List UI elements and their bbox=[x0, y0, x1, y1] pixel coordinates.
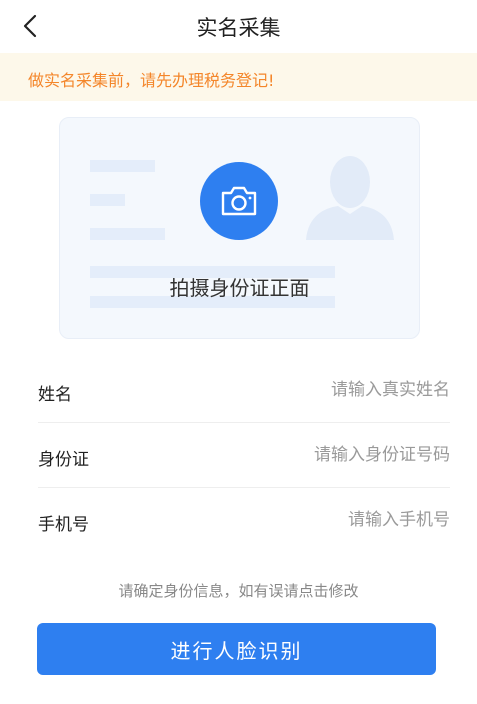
info-form: 姓名 身份证 手机号 bbox=[38, 358, 450, 552]
name-input[interactable] bbox=[210, 372, 450, 408]
camera-icon bbox=[221, 186, 257, 216]
card-placeholder-line bbox=[90, 160, 155, 172]
name-label: 姓名 bbox=[38, 385, 72, 405]
id-card-capture-area[interactable]: 拍摄身份证正面 bbox=[59, 117, 420, 339]
notice-text: 做实名采集前，请先办理税务登记! bbox=[28, 71, 275, 90]
id-number-label: 身份证 bbox=[38, 450, 89, 470]
camera-button[interactable] bbox=[200, 162, 278, 240]
phone-label: 手机号 bbox=[38, 515, 89, 535]
portrait-silhouette-icon bbox=[306, 156, 394, 240]
form-row-phone: 手机号 bbox=[38, 488, 450, 552]
card-placeholder-line bbox=[90, 228, 165, 240]
phone-input[interactable] bbox=[210, 502, 450, 538]
id-number-input[interactable] bbox=[210, 437, 450, 473]
nav-bar: 实名采集 bbox=[0, 0, 477, 52]
face-recognition-button[interactable]: 进行人脸识别 bbox=[37, 623, 436, 675]
notice-banner: 做实名采集前，请先办理税务登记! bbox=[0, 53, 477, 101]
form-row-id: 身份证 bbox=[38, 423, 450, 488]
card-placeholder-line bbox=[90, 194, 125, 206]
hint-text: 请确定身份信息，如有误请点击修改 bbox=[118, 582, 359, 600]
page-title: 实名采集 bbox=[196, 16, 281, 40]
card-caption: 拍摄身份证正面 bbox=[169, 276, 310, 300]
form-row-name: 姓名 bbox=[38, 358, 450, 423]
